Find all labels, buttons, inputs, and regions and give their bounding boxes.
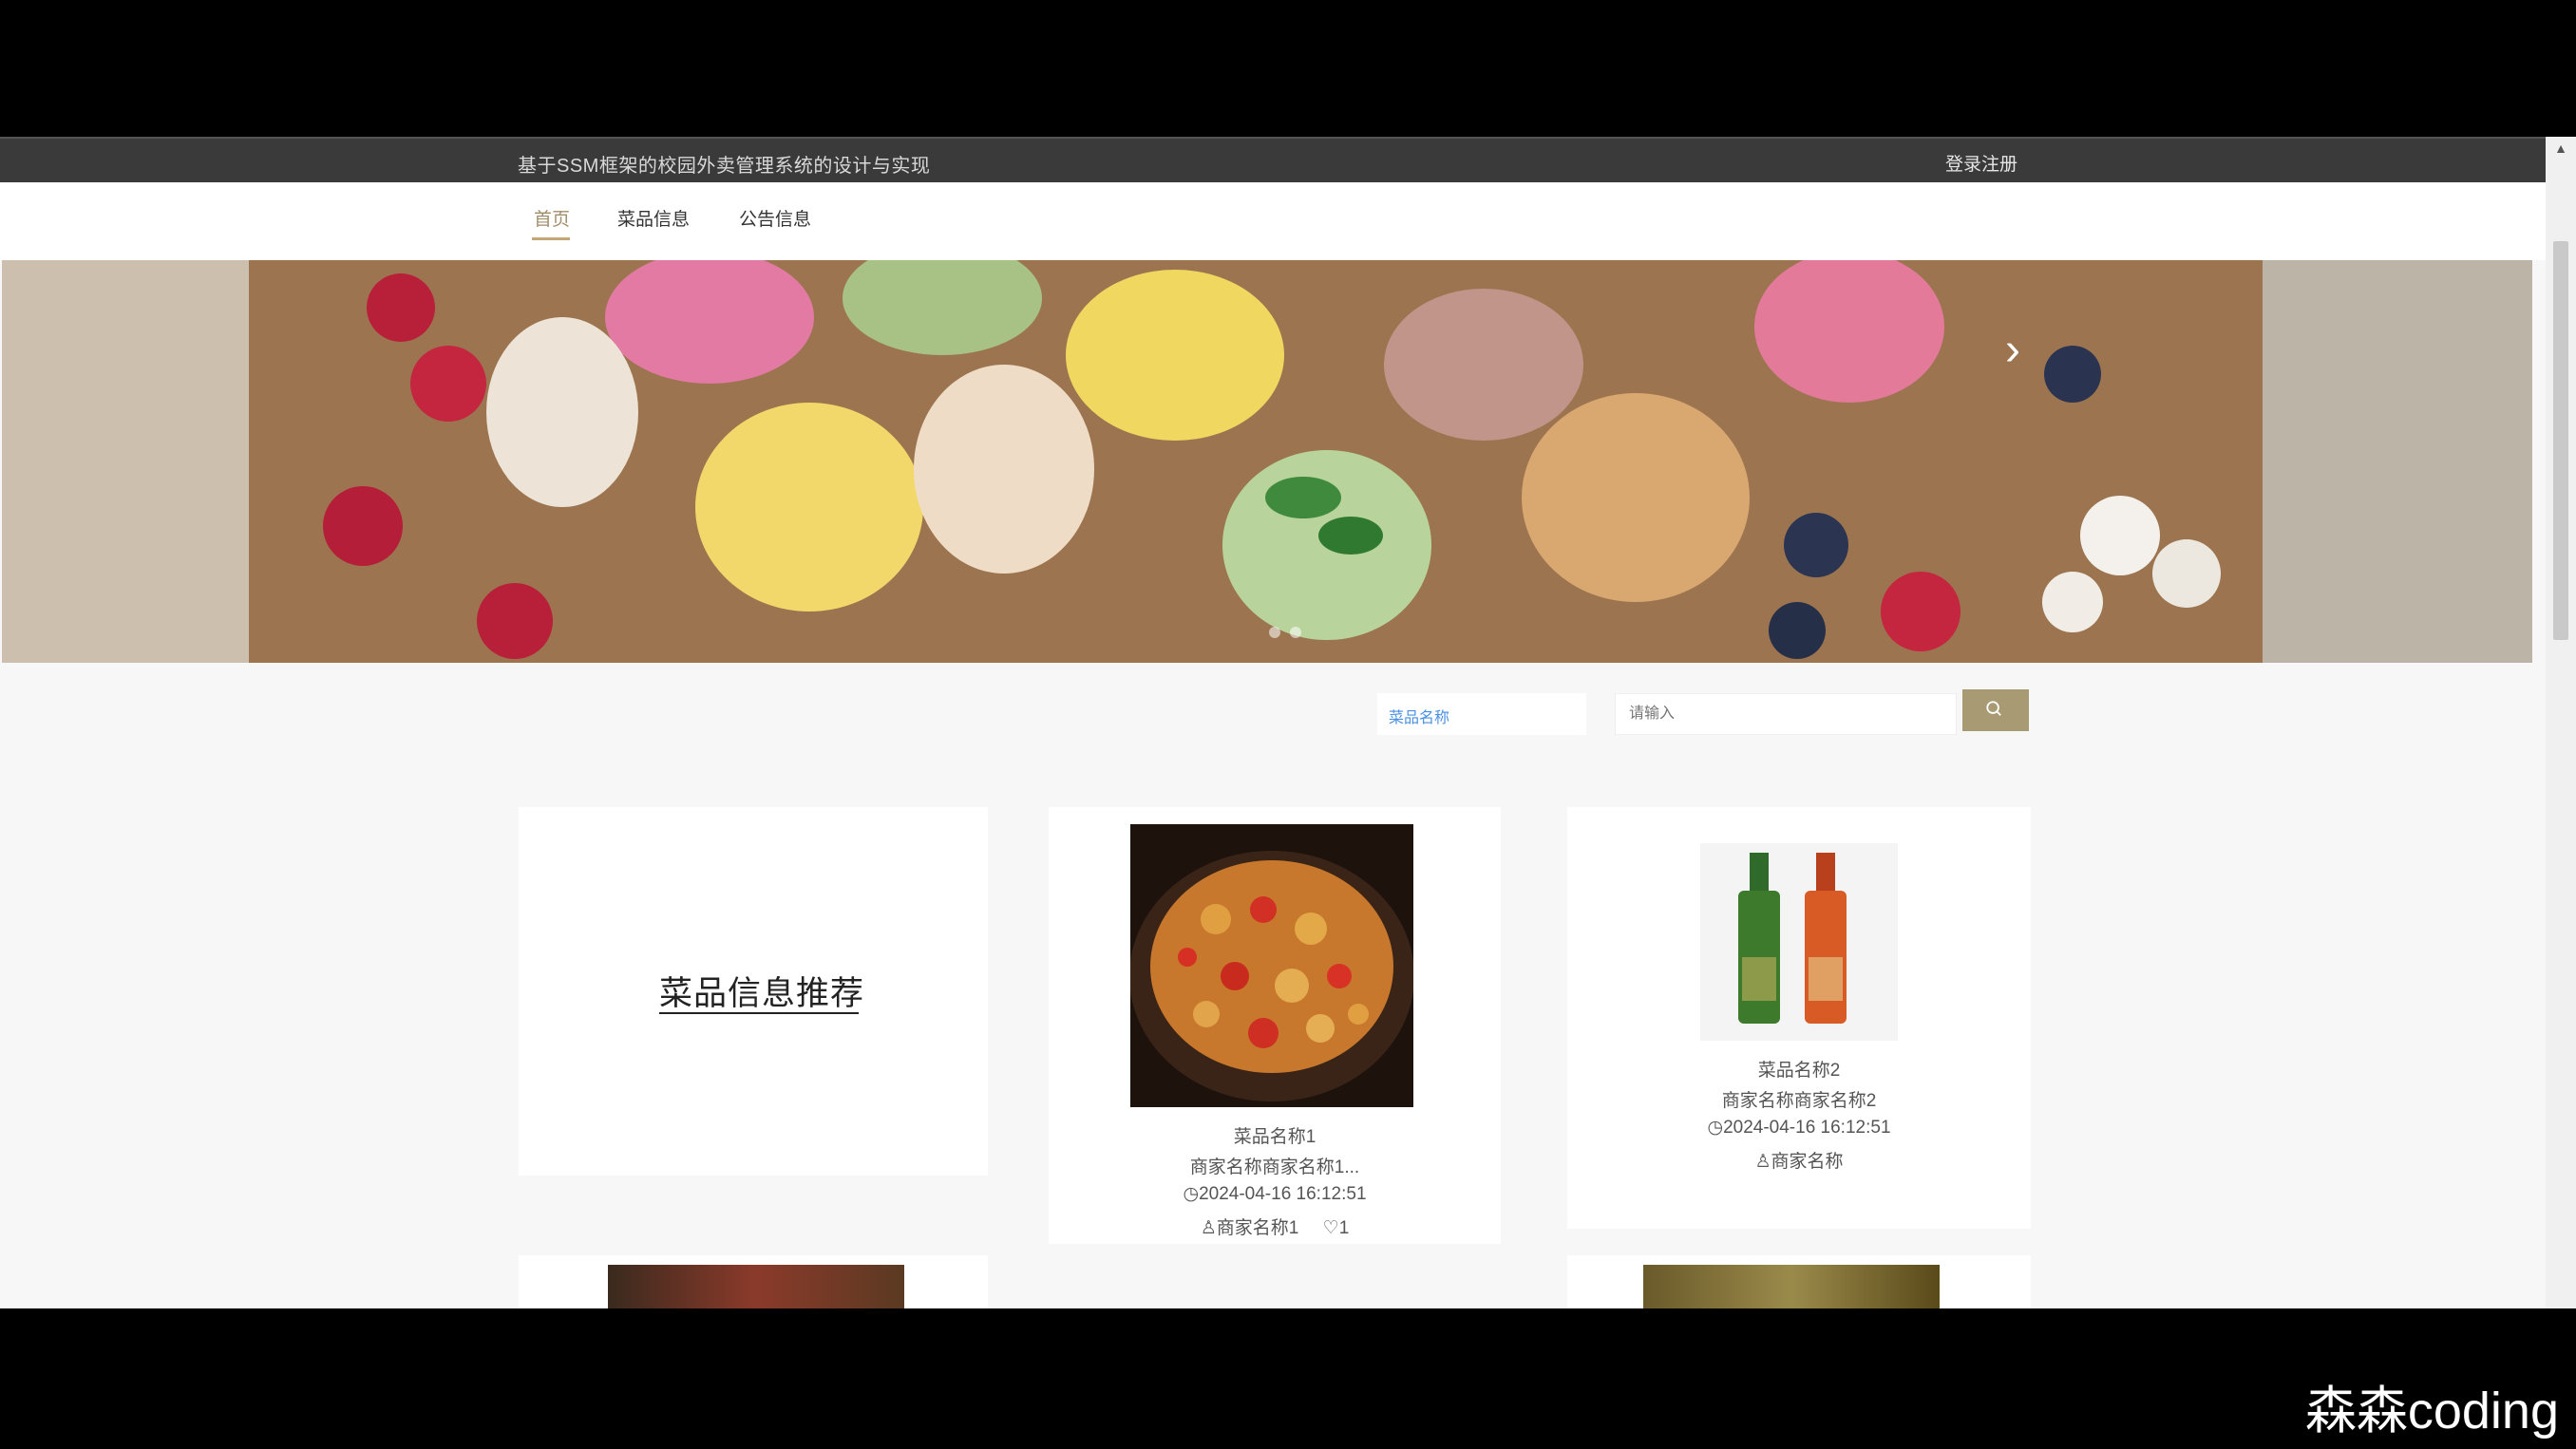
dish-card[interactable]: 菜品名称2 商家名称商家名称2 ◷2024-04-16 16:12:51 ♙商家… bbox=[1567, 807, 2031, 1229]
dish-image[interactable] bbox=[1643, 1265, 1940, 1308]
site-title: 基于SSM框架的校园外卖管理系统的设计与实现 bbox=[518, 156, 931, 177]
dish-image[interactable] bbox=[608, 1265, 904, 1308]
dish-owner: 商家名称 bbox=[1771, 1152, 1844, 1172]
main-nav: 首页 菜品信息 公告信息 bbox=[0, 182, 2546, 260]
recommend-title: 菜品信息推荐 bbox=[659, 975, 865, 1012]
recommend-title-card: 菜品信息推荐 bbox=[519, 807, 988, 1176]
banner-image bbox=[2, 260, 2532, 663]
clock-icon: ◷ bbox=[1183, 1184, 1200, 1204]
user-icon: ♙ bbox=[1754, 1152, 1771, 1172]
nav-active-indicator bbox=[532, 237, 570, 240]
dish-card[interactable] bbox=[1567, 1255, 2031, 1308]
recommend-title-underline bbox=[659, 1012, 859, 1014]
dish-likes: 1 bbox=[1338, 1218, 1350, 1238]
dish-date: 2024-04-16 16:12:51 bbox=[1199, 1184, 1367, 1204]
search-input[interactable] bbox=[1615, 693, 1957, 735]
dish-card[interactable] bbox=[519, 1255, 988, 1308]
nav-item-home[interactable]: 首页 bbox=[534, 205, 570, 231]
dish-shop: 商家名称商家名称1... bbox=[1189, 1157, 1360, 1177]
dish-footer-row: ♙商家名称1 ♡1 bbox=[1049, 1214, 1501, 1239]
dish-card[interactable]: 菜品名称1 商家名称商家名称1... ◷2024-04-16 16:12:51 … bbox=[1049, 807, 1501, 1244]
like-icon: ♡ bbox=[1322, 1218, 1339, 1238]
dish-date-row: ◷2024-04-16 16:12:51 bbox=[1049, 1183, 1501, 1205]
login-register-link[interactable]: 登录注册 bbox=[1945, 150, 2017, 176]
dish-shop: 商家名称商家名称2 bbox=[1721, 1091, 1877, 1111]
dish-image[interactable] bbox=[1700, 843, 1898, 1041]
dish-image[interactable] bbox=[1130, 824, 1413, 1107]
dish-photo-bottles bbox=[1700, 843, 1898, 1041]
carousel-dot[interactable] bbox=[1269, 627, 1280, 638]
clock-icon: ◷ bbox=[1707, 1118, 1724, 1138]
top-bar: 基于SSM框架的校园外卖管理系统的设计与实现 登录注册 bbox=[0, 137, 2546, 184]
search-icon bbox=[1986, 701, 2001, 716]
nav-item-dishes[interactable]: 菜品信息 bbox=[617, 205, 690, 231]
scroll-up-arrow-icon[interactable]: ▲ bbox=[2546, 141, 2576, 163]
search-field-label: 菜品名称 bbox=[1377, 693, 1586, 735]
video-watermark: 森森coding bbox=[2304, 1383, 2559, 1440]
scrollbar-thumb[interactable] bbox=[2553, 241, 2568, 640]
dish-name[interactable]: 菜品名称2 bbox=[1567, 1056, 2031, 1082]
search-button[interactable] bbox=[1962, 689, 2029, 731]
dish-owner: 商家名称1 bbox=[1216, 1218, 1299, 1238]
dish-date: 2024-04-16 16:12:51 bbox=[1723, 1118, 1891, 1138]
banner-next-arrow-icon[interactable]: › bbox=[1987, 325, 2038, 376]
browser-viewport: 基于SSM框架的校园外卖管理系统的设计与实现 登录注册 首页 菜品信息 公告信息 bbox=[0, 137, 2576, 1308]
nav-item-notices[interactable]: 公告信息 bbox=[739, 205, 811, 231]
dish-photo-kungpao bbox=[1130, 824, 1413, 1107]
user-icon: ♙ bbox=[1200, 1218, 1217, 1238]
banner-carousel[interactable]: › bbox=[2, 260, 2532, 663]
search-label-text: 菜品名称 bbox=[1389, 710, 1450, 726]
dish-date-row: ◷2024-04-16 16:12:51 bbox=[1567, 1117, 2031, 1138]
dish-name[interactable]: 菜品名称1 bbox=[1049, 1122, 1501, 1148]
carousel-dot[interactable] bbox=[1290, 627, 1301, 638]
dish-footer-row: ♙商家名称 bbox=[1567, 1147, 2031, 1173]
